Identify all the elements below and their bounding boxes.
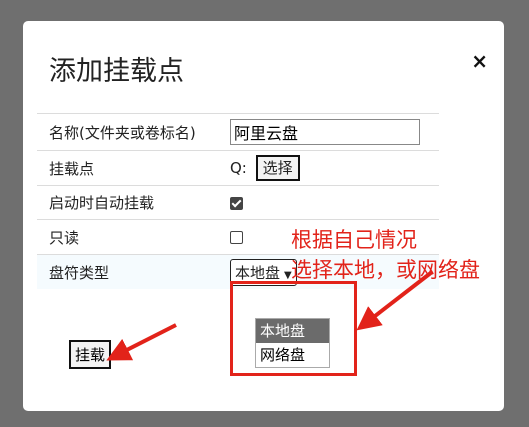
annotation-arrows bbox=[106, 270, 434, 361]
arrow-to-dropdown bbox=[356, 270, 434, 331]
arrow-to-mount-button bbox=[106, 323, 177, 361]
